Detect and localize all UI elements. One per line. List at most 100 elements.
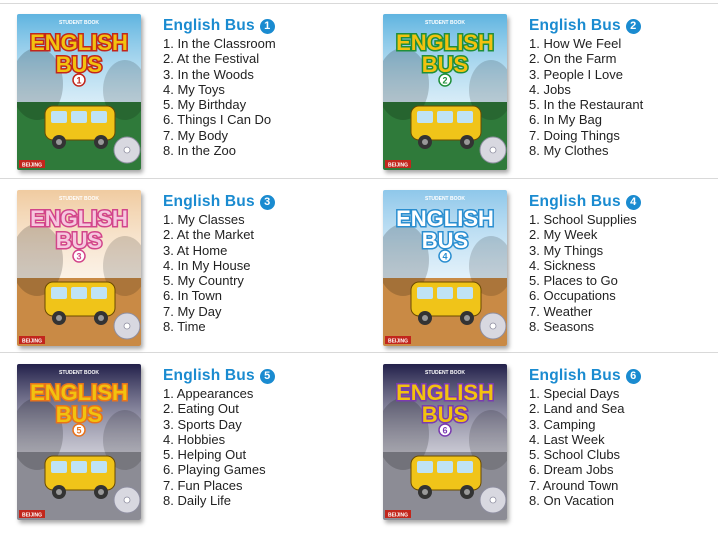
lesson-item: 4. Hobbies [163, 431, 226, 447]
lesson-item: 2. On the Farm [529, 51, 617, 67]
book-card-2: STUDENT BOOK ENGLISH BUS 2 BEIJING Engli… [383, 14, 718, 174]
lesson-item: 5. Helping Out [163, 447, 247, 463]
cover-volume-number: 1 [76, 76, 81, 86]
book-title[interactable]: English Bus 5 [163, 366, 353, 386]
lesson-item: 1. School Supplies [529, 212, 637, 227]
cover-illustration: STUDENT BOOK ENGLISH BUS 3 BEIJING [17, 190, 141, 346]
lesson-item: 2. My Week [529, 227, 598, 243]
cover-series-label: STUDENT BOOK [59, 196, 99, 202]
cover-illustration: STUDENT BOOK ENGLISH BUS 5 BEIJING [17, 364, 141, 520]
book-title-text: English Bus [529, 193, 621, 210]
lesson-item: 5. My Birthday [163, 97, 247, 113]
cover-illustration: STUDENT BOOK ENGLISH BUS 4 BEIJING [383, 190, 507, 346]
lesson-item: 3. My Things [529, 242, 604, 258]
lesson-item: 5. In the Restaurant [529, 97, 644, 113]
lesson-item: 5. School Clubs [529, 447, 621, 463]
lesson-list: 1. In the Classroom 2. At the Festival 3. … [163, 36, 353, 158]
book-cover[interactable]: STUDENT BOOK ENGLISH BUS 6 BEIJING [383, 364, 507, 520]
book-title[interactable]: English Bus 2 [529, 16, 718, 36]
lesson-item: 6. Playing Games [163, 462, 266, 478]
book-cover[interactable]: STUDENT BOOK ENGLISH BUS 2 BEIJING [383, 14, 507, 170]
volume-number-badge: 1 [259, 18, 275, 34]
cover-volume-number: 5 [76, 426, 81, 436]
book-info: English Bus 3 1. My Classes 2. At the Mar… [163, 192, 353, 334]
book-title-text: English Bus [163, 367, 255, 384]
lesson-list: 1. Special Days 2. Land and Sea 3. Camping… [529, 386, 718, 508]
lesson-item: 1. Appearances [163, 386, 254, 401]
lesson-item: 4. Jobs [529, 81, 571, 97]
lesson-item: 3. In the Woods [163, 66, 254, 82]
cover-publisher-text: BEIJING [22, 338, 42, 344]
book-cover[interactable]: STUDENT BOOK ENGLISH BUS 3 BEIJING [17, 190, 141, 346]
book-cover[interactable]: STUDENT BOOK ENGLISH BUS 4 BEIJING [383, 190, 507, 346]
lesson-list: 1. How We Feel 2. On the Farm 3. People I … [529, 36, 718, 158]
book-card-1: STUDENT BOOK ENGLISH BUS 1 BEIJING Engli… [17, 14, 357, 174]
cover-volume-number: 2 [442, 76, 447, 86]
lesson-item: 7. My Day [163, 303, 222, 319]
volume-number-badge: 3 [259, 194, 275, 210]
lesson-item: 8. Seasons [529, 319, 595, 335]
cover-series-label: STUDENT BOOK [425, 196, 465, 202]
book-title-text: English Bus [529, 367, 621, 384]
book-title[interactable]: English Bus 6 [529, 366, 718, 386]
lesson-item: 2. Land and Sea [529, 401, 625, 417]
cover-series-label: STUDENT BOOK [59, 20, 99, 26]
book-cover[interactable]: STUDENT BOOK ENGLISH BUS 5 BEIJING [17, 364, 141, 520]
lesson-item: 4. In My House [163, 257, 251, 273]
lesson-item: 7. Weather [529, 303, 593, 319]
cover-series-label: STUDENT BOOK [425, 20, 465, 26]
lesson-item: 7. Doing Things [529, 127, 620, 143]
cover-series-label: STUDENT BOOK [425, 370, 465, 376]
row-divider-2 [0, 352, 718, 353]
cover-publisher-text: BEIJING [388, 162, 408, 168]
lesson-item: 3. Sports Day [163, 416, 242, 432]
lesson-list: 1. Appearances 2. Eating Out 3. Sports Day… [163, 386, 353, 508]
book-info: English Bus 2 1. How We Feel 2. On the Fa… [529, 16, 718, 158]
lesson-item: 6. In My Bag [529, 112, 602, 128]
book-title-text: English Bus [529, 17, 621, 34]
cover-series-label: STUDENT BOOK [59, 370, 99, 376]
volume-number-badge: 6 [625, 368, 641, 384]
book-title[interactable]: English Bus 4 [529, 192, 718, 212]
book-info: English Bus 1 1. In the Classroom 2. At t… [163, 16, 353, 158]
cover-publisher-text: BEIJING [22, 162, 42, 168]
lesson-item: 5. Places to Go [529, 273, 618, 289]
volume-number-badge: 5 [259, 368, 275, 384]
book-title[interactable]: English Bus 1 [163, 16, 353, 36]
book-card-3: STUDENT BOOK ENGLISH BUS 3 BEIJING Engli… [17, 190, 357, 350]
book-title-text: English Bus [163, 17, 255, 34]
book-card-4: STUDENT BOOK ENGLISH BUS 4 BEIJING Engli… [383, 190, 718, 350]
lesson-item: 2. At the Market [163, 227, 255, 243]
book-cover[interactable]: STUDENT BOOK ENGLISH BUS 1 BEIJING [17, 14, 141, 170]
book-info: English Bus 5 1. Appearances 2. Eating Ou… [163, 366, 353, 508]
book-card-5: STUDENT BOOK ENGLISH BUS 5 BEIJING Engli… [17, 364, 357, 524]
lesson-item: 1. How We Feel [529, 36, 622, 51]
lesson-item: 3. People I Love [529, 66, 623, 82]
book-title-text: English Bus [163, 193, 255, 210]
lesson-item: 1. In the Classroom [163, 36, 276, 51]
volume-number-badge: 2 [625, 18, 641, 34]
lesson-item: 4. Last Week [529, 431, 605, 447]
cover-volume-number: 4 [442, 252, 447, 262]
cover-illustration: STUDENT BOOK ENGLISH BUS 6 BEIJING [383, 364, 507, 520]
lesson-item: 4. Sickness [529, 257, 596, 273]
cover-illustration: STUDENT BOOK ENGLISH BUS 2 BEIJING [383, 14, 507, 170]
cover-publisher-text: BEIJING [388, 512, 408, 518]
lesson-item: 8. On Vacation [529, 493, 615, 509]
lesson-item: 6. Dream Jobs [529, 462, 614, 478]
lesson-item: 6. In Town [163, 288, 223, 304]
book-info: English Bus 4 1. School Supplies 2. My We… [529, 192, 718, 334]
lesson-item: 3. Camping [529, 416, 596, 432]
lesson-item: 8. In the Zoo [163, 143, 236, 159]
lesson-list: 1. School Supplies 2. My Week 3. My Things… [529, 212, 718, 334]
lesson-list: 1. My Classes 2. At the Market 3. At Home 4… [163, 212, 353, 334]
lesson-item: 8. Daily Life [163, 493, 231, 509]
lesson-item: 6. Things I Can Do [163, 112, 272, 128]
lesson-item: 3. At Home [163, 242, 228, 258]
lesson-item: 7. My Body [163, 127, 229, 143]
book-title[interactable]: English Bus 3 [163, 192, 353, 212]
row-divider-1 [0, 178, 718, 179]
cover-volume-number: 3 [76, 252, 81, 262]
book-info: English Bus 6 1. Special Days 2. Land and… [529, 366, 718, 508]
lesson-item: 1. Special Days [529, 386, 620, 401]
